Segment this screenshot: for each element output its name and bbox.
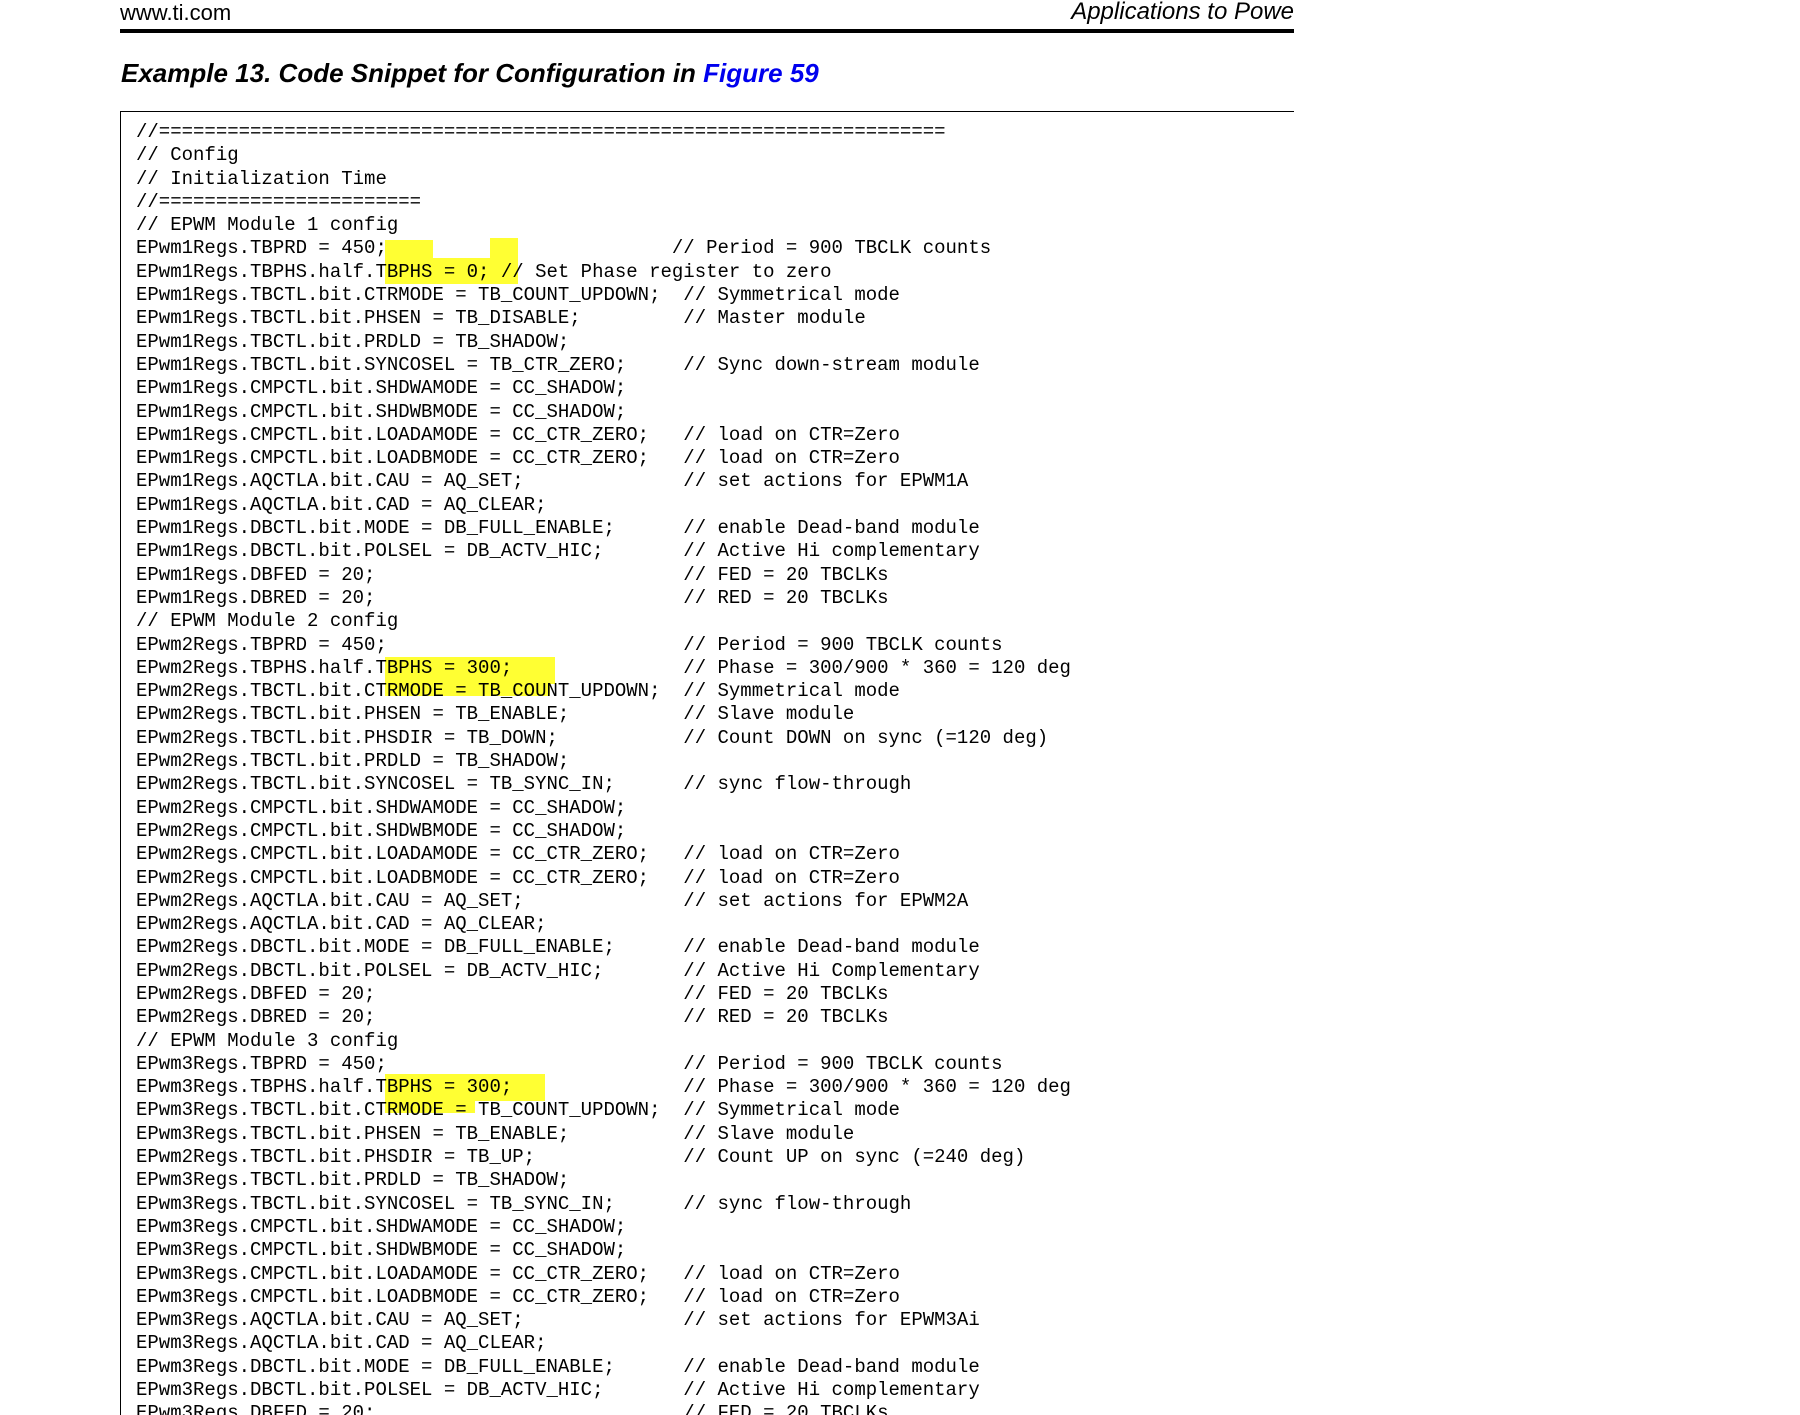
code-line: EPwm2Regs.TBPRD = 450; // Period = 900 T… [136,633,1003,656]
example-title-text: Example 13. Code Snippet for Configurati… [121,58,704,88]
code-line: //======================= [136,190,422,213]
code-line: EPwm2Regs.CMPCTL.bit.SHDWBMODE = CC_SHAD… [136,819,627,842]
code-line: // Initialization Time [136,167,387,190]
code-line: EPwm2Regs.TBCTL.bit.PRDLD = TB_SHADOW; [136,750,570,773]
code-frame-top-border [120,111,1294,112]
code-line: EPwm3Regs.AQCTLA.bit.CAD = AQ_CLEAR; [136,1332,547,1355]
code-line: EPwm2Regs.TBPHS.half.TBPHS = 300; // Pha… [136,656,1071,679]
code-line: EPwm1Regs.TBCTL.bit.CTRMODE = TB_COUNT_U… [136,284,900,307]
code-line: EPwm3Regs.CMPCTL.bit.LOADAMODE = CC_CTR_… [136,1262,900,1285]
code-line: EPwm2Regs.CMPCTL.bit.SHDWAMODE = CC_SHAD… [136,796,627,819]
example-title: Example 13. Code Snippet for Configurati… [121,57,819,89]
code-line: EPwm2Regs.DBRED = 20; // RED = 20 TBCLKs [136,1006,889,1029]
code-line: //======================================… [136,121,946,143]
header-rule [120,29,1294,33]
code-line: EPwm3Regs.CMPCTL.bit.LOADBMODE = CC_CTR_… [136,1285,900,1308]
code-line: EPwm1Regs.TBCTL.bit.PHSEN = TB_DISABLE; … [136,307,866,330]
header-section-title: Applications to Powe [1071,0,1294,25]
code-line: EPwm2Regs.CMPCTL.bit.LOADAMODE = CC_CTR_… [136,843,900,866]
code-line: EPwm1Regs.TBPRD = 450; // Period = 900 T… [136,237,992,260]
code-line: EPwm2Regs.TBCTL.bit.PHSDIR = TB_DOWN; //… [136,726,1049,749]
code-line: EPwm3Regs.TBPRD = 450; // Period = 900 T… [136,1052,1003,1075]
code-line: EPwm2Regs.TBCTL.bit.SYNCOSEL = TB_SYNC_I… [136,773,912,796]
code-line: EPwm3Regs.TBCTL.bit.PHSEN = TB_ENABLE; /… [136,1122,855,1145]
code-line: EPwm1Regs.DBFED = 20; // FED = 20 TBCLKs [136,563,889,586]
header-site-url[interactable]: www.ti.com [120,0,231,26]
code-line: EPwm1Regs.CMPCTL.bit.SHDWAMODE = CC_SHAD… [136,377,627,400]
code-line: EPwm1Regs.TBPHS.half.TBPHS = 0; // Set P… [136,260,832,283]
code-line: EPwm3Regs.DBCTL.bit.MODE = DB_FULL_ENABL… [136,1355,980,1378]
code-line: EPwm3Regs.DBCTL.bit.POLSEL = DB_ACTV_HIC… [136,1379,980,1402]
code-line: EPwm2Regs.TBCTL.bit.CTRMODE = TB_COUNT_U… [136,680,900,703]
code-line: EPwm3Regs.TBCTL.bit.CTRMODE = TB_COUNT_U… [136,1099,900,1122]
code-line: EPwm2Regs.CMPCTL.bit.LOADBMODE = CC_CTR_… [136,866,900,889]
code-line: // EPWM Module 1 config [136,214,399,237]
code-line: EPwm1Regs.CMPCTL.bit.SHDWBMODE = CC_SHAD… [136,400,627,423]
code-line: // EPWM Module 3 config [136,1029,399,1052]
code-line: EPwm1Regs.DBRED = 20; // RED = 20 TBCLKs [136,586,889,609]
code-line: EPwm1Regs.TBCTL.bit.SYNCOSEL = TB_CTR_ZE… [136,353,980,376]
code-line: EPwm3Regs.CMPCTL.bit.SHDWAMODE = CC_SHAD… [136,1215,627,1238]
code-line: EPwm3Regs.TBCTL.bit.SYNCOSEL = TB_SYNC_I… [136,1192,912,1215]
code-line: EPwm2Regs.DBCTL.bit.MODE = DB_FULL_ENABL… [136,936,980,959]
figure-link[interactable]: Figure 59 [703,58,819,88]
code-line: EPwm3Regs.TBPHS.half.TBPHS = 300; // Pha… [136,1076,1071,1099]
code-line: EPwm3Regs.CMPCTL.bit.SHDWBMODE = CC_SHAD… [136,1239,627,1262]
code-line: EPwm2Regs.AQCTLA.bit.CAU = AQ_SET; // se… [136,889,969,912]
code-line: EPwm1Regs.TBCTL.bit.PRDLD = TB_SHADOW; [136,330,570,353]
code-line: EPwm1Regs.DBCTL.bit.POLSEL = DB_ACTV_HIC… [136,540,980,563]
code-line: EPwm2Regs.DBFED = 20; // FED = 20 TBCLKs [136,982,889,1005]
code-line: EPwm3Regs.DBFED = 20; // FED = 20 TBCLKs [136,1402,889,1415]
code-line: EPwm1Regs.AQCTLA.bit.CAD = AQ_CLEAR; [136,493,547,516]
code-line: EPwm1Regs.AQCTLA.bit.CAU = AQ_SET; // se… [136,470,969,493]
code-line: // EPWM Module 2 config [136,610,399,633]
code-line: EPwm2Regs.TBCTL.bit.PHSDIR = TB_UP; // C… [136,1146,1026,1169]
code-line: EPwm2Regs.TBCTL.bit.PHSEN = TB_ENABLE; /… [136,703,855,726]
code-frame-left-border [120,111,121,1415]
code-line: EPwm2Regs.AQCTLA.bit.CAD = AQ_CLEAR; [136,913,547,936]
document-page: www.ti.com Applications to Powe Example … [0,0,1800,1415]
code-line: // Config [136,144,239,167]
code-line: EPwm1Regs.CMPCTL.bit.LOADAMODE = CC_CTR_… [136,423,900,446]
code-line: EPwm3Regs.AQCTLA.bit.CAU = AQ_SET; // se… [136,1309,980,1332]
code-line: EPwm1Regs.CMPCTL.bit.LOADBMODE = CC_CTR_… [136,447,900,470]
code-listing: //======================================… [136,121,1071,1415]
code-line: EPwm2Regs.DBCTL.bit.POLSEL = DB_ACTV_HIC… [136,959,980,982]
code-line: EPwm3Regs.TBCTL.bit.PRDLD = TB_SHADOW; [136,1169,570,1192]
code-line: EPwm1Regs.DBCTL.bit.MODE = DB_FULL_ENABL… [136,517,980,540]
